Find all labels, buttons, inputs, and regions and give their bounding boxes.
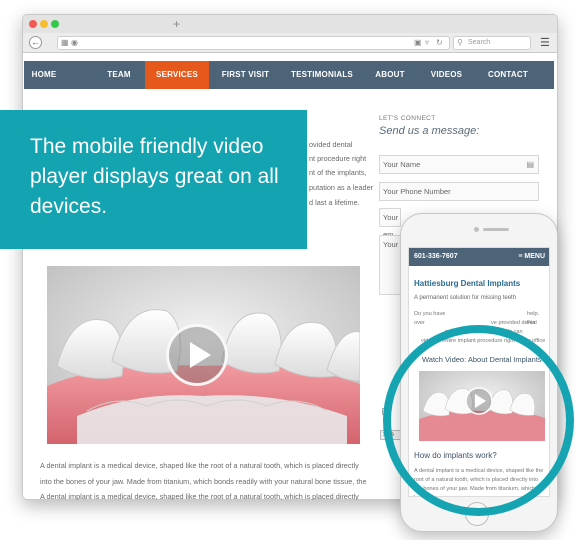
nav-videos[interactable]: VIDEOS <box>424 61 469 89</box>
name-placeholder: Your Name <box>383 160 421 169</box>
close-window-dot[interactable] <box>29 20 37 28</box>
menu-icon[interactable]: ☰ <box>540 36 550 49</box>
site-nav: HOME TEAM SERVICES FIRST VISIT TESTIMONI… <box>24 61 554 89</box>
article-line: into the bones of your jaw. Made from ti… <box>40 477 367 486</box>
maximize-window-dot[interactable] <box>51 20 59 28</box>
play-icon <box>190 342 211 368</box>
contact-eyebrow: LET'S CONNECT <box>379 115 436 122</box>
reader-icon[interactable]: ▣ <box>414 38 422 47</box>
phone-camera <box>474 227 479 232</box>
mobile-header: 601-336-7607 ≡ MENU <box>409 248 549 266</box>
mobile-menu-button[interactable]: ≡ MENU <box>518 253 545 260</box>
intro-line: putation as a leader <box>309 183 374 192</box>
dropdown-icon[interactable]: ▿ <box>425 38 429 47</box>
highlight-ring <box>383 325 574 516</box>
mobile-para-line: Do you have <box>414 311 446 317</box>
address-bar[interactable]: ▦ ◉ ▣ ▿ ↻ <box>57 36 450 50</box>
nav-about[interactable]: ABOUT <box>371 61 409 89</box>
back-icon[interactable]: ← <box>29 36 42 49</box>
mobile-para-line: over <box>414 320 425 326</box>
phone-field[interactable]: Your Phone Number <box>379 182 539 201</box>
new-tab-button[interactable]: + <box>173 17 180 31</box>
mobile-phone-number[interactable]: 601-336-7607 <box>414 253 458 260</box>
mobile-page-title: Hattiesburg Dental Implants <box>414 279 521 288</box>
calendar-icon: ▦ <box>61 38 69 47</box>
nav-testimonials[interactable]: TESTIMONIALS <box>290 61 354 89</box>
message-placeholder: Your <box>383 240 399 249</box>
nav-contact[interactable]: CONTACT <box>483 61 533 89</box>
article-line: A dental implant is a medical device, sh… <box>40 461 359 470</box>
nav-services[interactable]: SERVICES <box>145 61 209 89</box>
browser-search-input[interactable]: ⚲ Search <box>453 36 531 50</box>
minimize-window-dot[interactable] <box>40 20 48 28</box>
globe-icon: ◉ <box>71 38 78 47</box>
nav-first-visit[interactable]: FIRST VISIT <box>218 61 273 89</box>
intro-line: d last a lifetime. <box>309 198 360 207</box>
contact-heading: Send us a message: <box>379 125 480 137</box>
promo-banner-text: The mobile friendly video player display… <box>30 135 279 218</box>
contact-card-icon: ▤ <box>526 160 534 169</box>
name-field[interactable]: Your Name ▤ <box>379 155 539 174</box>
intro-line: nt procedure right <box>309 154 367 163</box>
nav-team[interactable]: TEAM <box>95 61 143 89</box>
browser-search-placeholder: Search <box>468 39 491 46</box>
phone-placeholder: Your Phone Number <box>383 187 451 196</box>
article-line: A dental implant is a medical device, sh… <box>40 492 359 500</box>
browser-toolbar: ← ▦ ◉ ▣ ▿ ↻ ⚲ Search ☰ <box>23 33 557 53</box>
play-button[interactable] <box>166 324 228 386</box>
mobile-subtitle: A permanent solution for missing teeth <box>414 295 517 301</box>
phone-speaker <box>483 228 509 231</box>
tab-bar: + <box>23 15 557 33</box>
intro-line: nt of the implants, <box>309 168 367 177</box>
intro-line: ovided dental <box>309 140 353 149</box>
nav-home[interactable]: HOME <box>24 61 64 89</box>
search-icon: ⚲ <box>457 38 463 47</box>
email-field[interactable]: Your em <box>379 208 401 239</box>
message-field[interactable]: Your <box>379 235 401 295</box>
reload-icon[interactable]: ↻ <box>436 38 443 47</box>
